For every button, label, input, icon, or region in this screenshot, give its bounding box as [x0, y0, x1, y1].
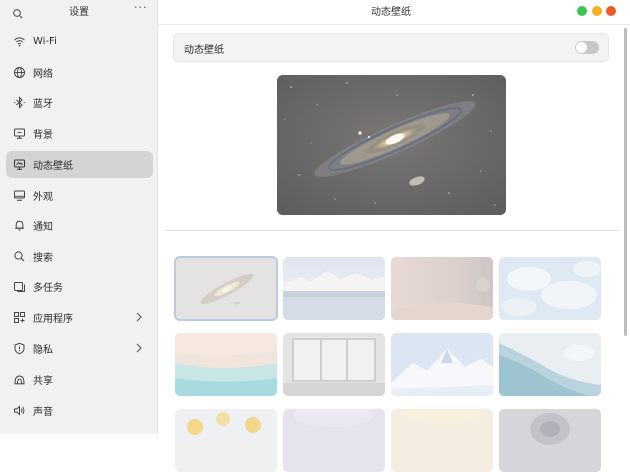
sidebar-item-appearance[interactable]: 外观	[6, 182, 153, 209]
switch-knob	[576, 42, 587, 53]
page-title: 动态壁纸	[371, 7, 411, 18]
wallpaper-thumb-planet[interactable]	[391, 257, 493, 320]
wallpaper-thumb-galaxy[interactable]	[174, 256, 278, 321]
sidebar-item-label: 搜索	[33, 253, 53, 264]
maximize-button[interactable]	[577, 6, 587, 16]
wallpaper-thumb-snowy-peaks[interactable]	[283, 257, 385, 320]
monitor-icon	[13, 158, 26, 171]
wallpaper-preview	[277, 75, 506, 215]
aerial-image	[499, 333, 601, 396]
sidebar-item-sound[interactable]: 声音	[6, 397, 153, 424]
beach-image	[175, 333, 277, 396]
wallpaper-thumb-beach[interactable]	[175, 333, 277, 396]
sidebar-item-dynamic-wallpaper[interactable]: 动态壁纸	[6, 151, 153, 178]
sidebar-item-bluetooth[interactable]: 蓝牙	[6, 89, 153, 116]
chevron-right-icon	[135, 312, 143, 322]
gradient-image	[283, 409, 385, 472]
mountain-image	[391, 333, 493, 396]
wallpaper-thumb-aerial-coast[interactable]	[499, 333, 601, 396]
sidebar-item-sharing[interactable]: 共享	[6, 366, 153, 393]
sidebar-item-label: 背景	[33, 130, 53, 141]
sidebar-item-applications[interactable]: 应用程序	[6, 304, 153, 331]
wallpaper-thumb-snow-mountain[interactable]	[391, 333, 493, 396]
sidebar-item-label: 通知	[33, 222, 53, 233]
sidebar-item-label: 动态壁纸	[33, 161, 73, 172]
sidebar-item-label: 多任务	[33, 283, 63, 294]
wallpaper-thumb-dark-portal[interactable]	[499, 409, 601, 472]
sidebar-header: 设置 ···	[0, 0, 158, 22]
wallpaper-thumb-cloud-sea[interactable]	[499, 257, 601, 320]
sidebar-item-search[interactable]: 搜索	[6, 243, 153, 270]
sidebar-item-label: 蓝牙	[33, 99, 53, 110]
sidebar-item-label: Wi-Fi	[33, 36, 57, 47]
flowers-image	[175, 409, 277, 472]
apps-icon	[13, 311, 26, 324]
wallpaper-thumb-purple[interactable]	[283, 409, 385, 472]
portal-image	[499, 409, 601, 472]
bluetooth-icon	[13, 96, 26, 109]
planet-image	[391, 257, 493, 320]
sidebar-item-label: 应用程序	[33, 314, 73, 325]
section-divider	[165, 230, 621, 231]
globe-icon	[13, 66, 26, 79]
share-icon	[13, 373, 26, 386]
wallpaper-thumb-flowers[interactable]	[175, 409, 277, 472]
wallpaper-thumb-window-view[interactable]	[283, 333, 385, 396]
sidebar-item-multitasking[interactable]: 多任务	[6, 273, 153, 300]
more-icon[interactable]: ···	[134, 1, 148, 14]
monitor-icon	[13, 127, 26, 140]
sidebar-item-label: 外观	[33, 192, 53, 203]
sidebar-item-label: 网络	[33, 69, 53, 80]
main-panel: 动态壁纸 动态壁纸	[158, 0, 630, 472]
sidebar-item-label: 隐私	[33, 345, 53, 356]
window-image	[283, 333, 385, 396]
mountain-image	[283, 257, 385, 320]
sidebar-item-label: 共享	[33, 376, 53, 387]
close-button[interactable]	[606, 6, 616, 16]
header-divider	[158, 24, 630, 25]
dynamic-wallpaper-toggle-row: 动态壁纸	[173, 33, 609, 62]
toggle-label: 动态壁纸	[184, 45, 224, 56]
galaxy-image	[175, 257, 277, 320]
chevron-right-icon	[135, 343, 143, 353]
shield-icon	[13, 342, 26, 355]
wallpaper-thumb-sunlight[interactable]	[391, 409, 493, 472]
sunlight-image	[391, 409, 493, 472]
galaxy-image	[277, 75, 506, 215]
multitask-icon	[13, 280, 26, 293]
sidebar: 设置 ··· Wi-Fi 网络 蓝牙 背景 动态壁纸 外观 通知 搜索 多任务 …	[0, 0, 158, 434]
clouds-image	[499, 257, 601, 320]
sidebar-item-network[interactable]: 网络	[6, 59, 153, 86]
scrollbar[interactable]	[624, 28, 627, 336]
wifi-icon	[13, 35, 26, 48]
speaker-icon	[13, 404, 26, 417]
sidebar-item-privacy[interactable]: 隐私	[6, 335, 153, 362]
bell-icon	[13, 219, 26, 232]
display-icon	[13, 189, 26, 202]
sidebar-item-wifi[interactable]: Wi-Fi	[6, 28, 153, 55]
minimize-button[interactable]	[592, 6, 602, 16]
sidebar-item-notifications[interactable]: 通知	[6, 212, 153, 239]
search-icon	[13, 250, 26, 263]
sidebar-item-label: 声音	[33, 407, 53, 418]
dynamic-wallpaper-switch[interactable]	[575, 41, 599, 54]
sidebar-item-background[interactable]: 背景	[6, 120, 153, 147]
